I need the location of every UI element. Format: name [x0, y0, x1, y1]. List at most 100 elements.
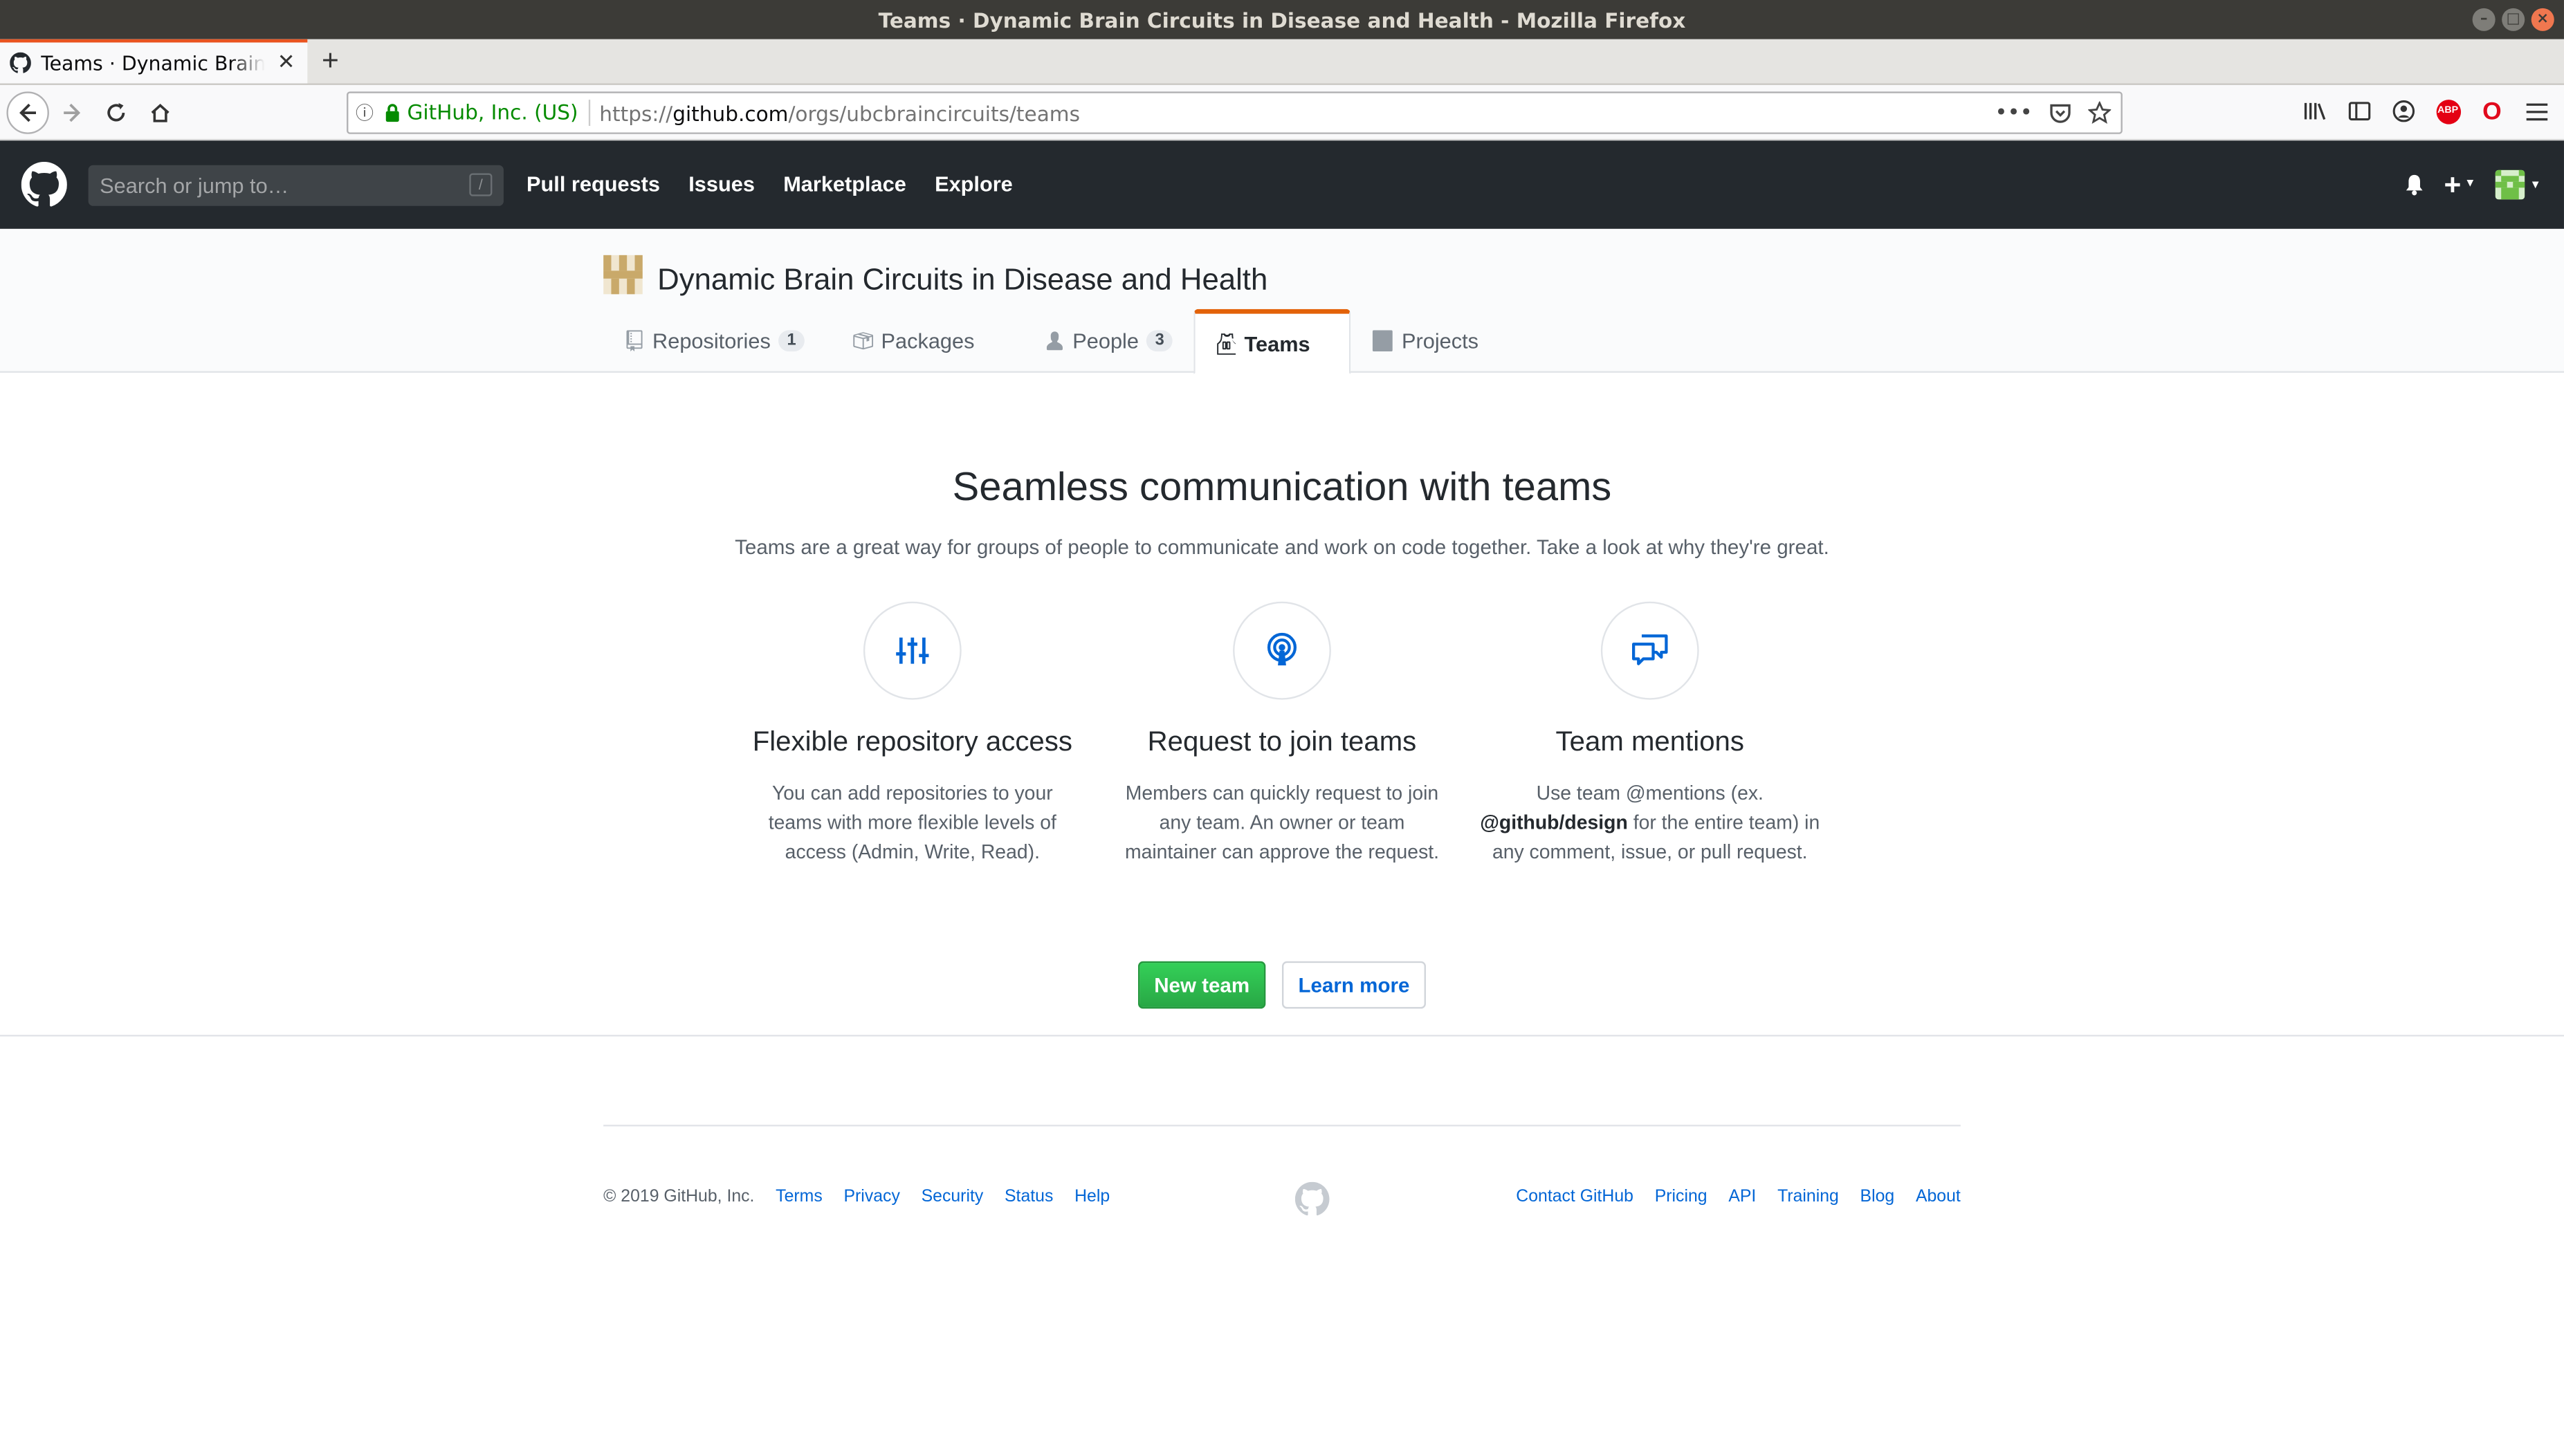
nav-issues[interactable]: Issues	[688, 172, 755, 196]
url-path: /orgs/ubcbraincircuits/teams	[788, 100, 1080, 125]
copyright: © 2019 GitHub, Inc.	[603, 1186, 755, 1207]
feature-request-to-join: Request to join teams Members can quickl…	[1110, 601, 1454, 867]
footer-link-contact[interactable]: Contact GitHub	[1516, 1187, 1633, 1206]
footer-link-api[interactable]: API	[1728, 1187, 1756, 1206]
account-icon[interactable]	[2389, 95, 2419, 127]
arrow-left-icon	[19, 102, 36, 122]
github-logo-icon[interactable]	[21, 161, 67, 208]
caret-down-icon: ▼	[2464, 178, 2476, 190]
broadcast-icon	[1267, 632, 1297, 665]
plus-icon: +	[2444, 168, 2462, 201]
library-icon[interactable]	[2300, 95, 2330, 127]
pocket-icon[interactable]	[2049, 102, 2071, 124]
bookmark-star-icon[interactable]	[2088, 101, 2112, 125]
url-bar[interactable]: ⓘ GitHub, Inc. (US) https://github.com/o…	[347, 91, 2123, 134]
footer-link-training[interactable]: Training	[1777, 1187, 1839, 1206]
create-new-dropdown[interactable]: + ▼	[2444, 168, 2476, 201]
nav-marketplace[interactable]: Marketplace	[783, 172, 906, 196]
new-tab-button[interactable]: +	[307, 39, 353, 84]
close-window-button[interactable]: ×	[2531, 8, 2554, 31]
settings-sliders-icon	[896, 637, 929, 664]
nav-explore[interactable]: Explore	[935, 172, 1013, 196]
home-button[interactable]	[139, 91, 181, 133]
tab-packages[interactable]: Packages	[825, 309, 1023, 373]
org-name[interactable]: Dynamic Brain Circuits in Disease and He…	[657, 261, 1267, 297]
footer-link-help[interactable]: Help	[1074, 1187, 1110, 1206]
footer-divider	[603, 1125, 1961, 1127]
window-controls: – □ ×	[2472, 8, 2554, 31]
feature-icon-circle	[1600, 601, 1699, 700]
bell-icon[interactable]	[2403, 174, 2424, 196]
comment-discussion-icon	[1632, 634, 1668, 665]
back-button[interactable]	[6, 91, 49, 133]
screen: Teams · Dynamic Brain Circuits in Diseas…	[0, 0, 2564, 1455]
reload-icon	[107, 102, 125, 121]
lock-icon[interactable]	[381, 103, 404, 122]
nav-pull-requests[interactable]: Pull requests	[526, 172, 660, 196]
adblock-plus-icon[interactable]: ABP	[2433, 95, 2463, 127]
feature-icon-circle	[1233, 601, 1331, 700]
home-icon	[151, 102, 170, 122]
footer-link-privacy[interactable]: Privacy	[843, 1187, 899, 1206]
github-favicon-icon	[10, 52, 31, 73]
footer-left: © 2019 GitHub, Inc. Terms Privacy Securi…	[603, 1187, 1110, 1206]
footer-link-status[interactable]: Status	[1005, 1187, 1053, 1206]
reload-button[interactable]	[95, 91, 137, 133]
mention-example: @github/design	[1480, 811, 1628, 834]
site-info-icon[interactable]: ⓘ	[348, 100, 381, 126]
user-menu[interactable]: ▼	[2495, 169, 2541, 200]
repo-count-badge: 1	[778, 330, 805, 352]
github-mark-icon[interactable]	[1294, 1181, 1330, 1217]
page-actions-icon[interactable]: •••	[1995, 100, 2032, 125]
url-identity[interactable]: GitHub, Inc. (US)	[404, 100, 590, 126]
avatar	[2495, 169, 2525, 200]
people-count-badge: 3	[1146, 330, 1173, 352]
caret-down-icon: ▼	[2529, 178, 2541, 191]
url-scheme: https://	[599, 100, 673, 125]
new-team-button[interactable]: New team	[1137, 961, 1266, 1009]
feature-description: Use team @mentions (ex. @github/design f…	[1478, 778, 1822, 867]
tab-teams[interactable]: Teams	[1193, 308, 1351, 375]
github-nav: Pull requests Issues Marketplace Explore	[526, 170, 1034, 200]
org-header: Dynamic Brain Circuits in Disease and He…	[0, 228, 2564, 375]
footer-link-about[interactable]: About	[1916, 1187, 1961, 1206]
opera-icon[interactable]: O	[2478, 95, 2507, 127]
feature-title: Flexible repository access	[752, 726, 1072, 757]
tab-people[interactable]: People 3	[1023, 309, 1193, 373]
mention-desc-pre: Use team @mentions (ex.	[1536, 781, 1764, 804]
learn-more-button[interactable]: Learn more	[1281, 961, 1426, 1009]
tab-projects[interactable]: Projects	[1351, 309, 1500, 373]
slash-shortcut-badge: /	[469, 173, 493, 196]
org-tabs: Repositories 1 Packages People 3 Teams P…	[603, 308, 1500, 375]
tab-label: Packages	[881, 329, 975, 353]
url-text[interactable]: https://github.com/orgs/ubcbraincircuits…	[589, 100, 1995, 125]
repo-icon	[626, 330, 643, 352]
feature-description: Members can quickly request to join any …	[1124, 781, 1440, 863]
content-divider	[0, 1035, 2564, 1037]
forward-button[interactable]	[51, 91, 93, 133]
maximize-button[interactable]: □	[2502, 8, 2525, 31]
project-icon	[1373, 330, 1393, 352]
blankslate-title: Seamless communication with teams	[952, 466, 1612, 510]
sidebar-icon[interactable]	[2345, 95, 2374, 127]
feature-title: Request to join teams	[1147, 726, 1417, 757]
hamburger-menu-icon[interactable]	[2522, 95, 2552, 127]
minimize-button[interactable]: –	[2472, 8, 2496, 31]
footer-link-blog[interactable]: Blog	[1860, 1187, 1895, 1206]
tab-repositories[interactable]: Repositories 1	[603, 309, 825, 373]
search-input[interactable]	[100, 172, 427, 197]
tab-label: People	[1072, 329, 1139, 353]
footer-link-terms[interactable]: Terms	[776, 1187, 823, 1206]
window-title: Teams · Dynamic Brain Circuits in Diseas…	[878, 7, 1686, 33]
github-search[interactable]: /	[88, 164, 504, 205]
tab-close-icon[interactable]: ✕	[275, 50, 297, 75]
url-host: github.com	[672, 100, 789, 125]
footer-link-security[interactable]: Security	[922, 1187, 984, 1206]
feature-icon-circle	[863, 601, 962, 700]
org-avatar	[603, 255, 643, 295]
browser-navbar: ⓘ GitHub, Inc. (US) https://github.com/o…	[0, 84, 2564, 141]
footer-link-pricing[interactable]: Pricing	[1655, 1187, 1707, 1206]
package-icon	[852, 332, 873, 350]
blankslate-subtitle: Teams are a great way for groups of peop…	[735, 536, 1829, 560]
browser-tab-active[interactable]: Teams · Dynamic Brain Circuits in Diseas…	[0, 39, 308, 84]
